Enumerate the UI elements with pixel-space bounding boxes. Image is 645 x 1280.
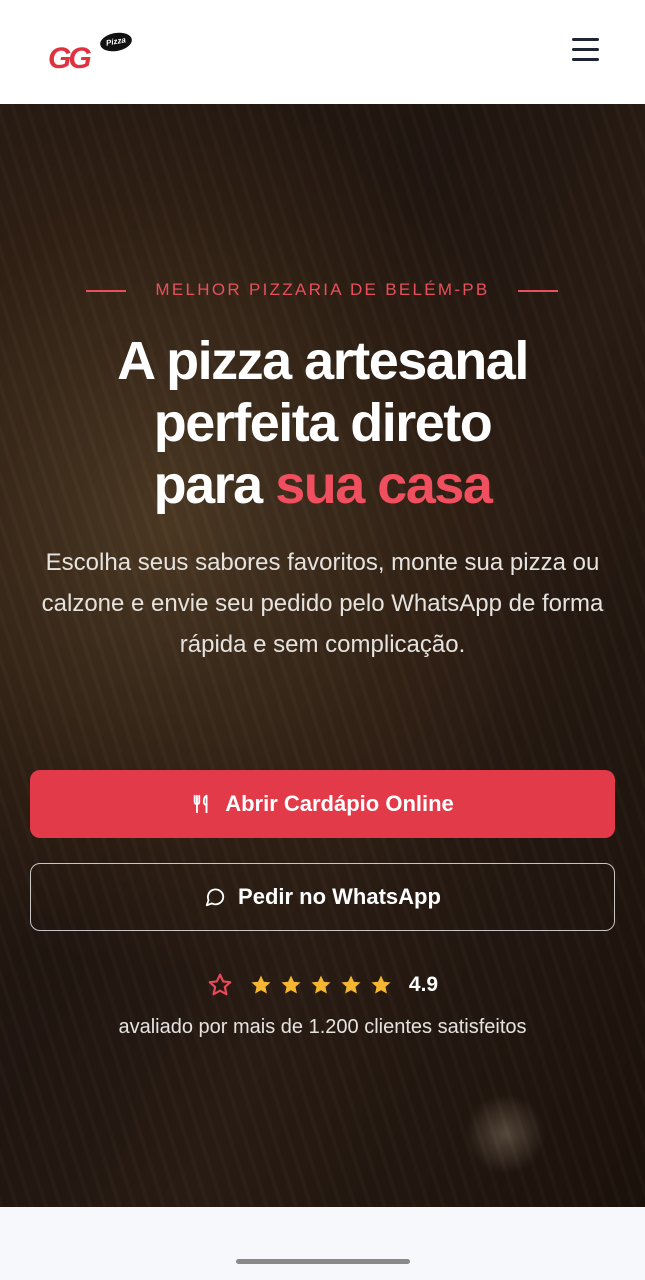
open-menu-label: Abrir Cardápio Online: [225, 791, 454, 816]
gg-pizza-logo[interactable]: GG Pizza: [48, 30, 134, 75]
logo-text: GG: [48, 42, 92, 75]
headline-plain: para: [153, 455, 276, 515]
headline-line-3: para sua casa: [0, 454, 645, 516]
hero-headline: A pizza artesanal perfeita direto para s…: [0, 330, 645, 516]
open-menu-button[interactable]: Abrir Cardápio Online: [30, 770, 615, 838]
headline-line-1: A pizza artesanal: [117, 331, 529, 391]
headline-line-2: perfeita direto: [153, 393, 493, 453]
star-icon: [371, 975, 391, 994]
star-icon: [341, 975, 361, 994]
eyebrow-line-right: [518, 290, 558, 292]
home-indicator[interactable]: [236, 1259, 410, 1264]
rating-row: 4.9: [0, 972, 645, 998]
headline-accent: sua casa: [275, 455, 493, 515]
rating-caption: avaliado por mais de 1.200 clientes sati…: [118, 1016, 527, 1038]
hero-section: MELHOR PIZZARIA DE BELÉM-PB A pizza arte…: [0, 104, 645, 1207]
chat-bubble-icon: [205, 888, 225, 907]
whatsapp-order-label: Pedir no WhatsApp: [238, 884, 441, 909]
star-icon: [311, 975, 331, 994]
rating-value: 4.9: [408, 973, 439, 996]
star-icon: [281, 975, 301, 994]
menu-icon[interactable]: [572, 38, 602, 64]
star-outline-icon: [208, 973, 232, 996]
hero-subtitle: Escolha seus sabores favoritos, monte su…: [41, 549, 604, 658]
whatsapp-order-button[interactable]: Pedir no WhatsApp: [30, 863, 615, 931]
logo-badge: Pizza: [98, 30, 134, 54]
utensils-icon: [193, 794, 208, 814]
top-header: GG Pizza: [0, 0, 645, 104]
star-icon: [251, 975, 271, 994]
